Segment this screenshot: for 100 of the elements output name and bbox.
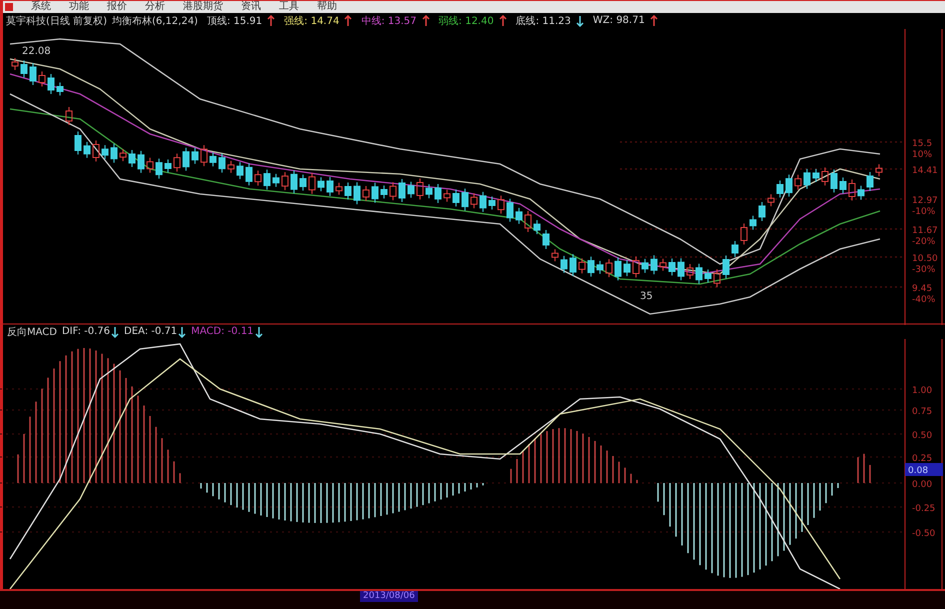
candlestick	[606, 258, 612, 278]
current-value-badge	[905, 462, 943, 476]
candlestick	[498, 194, 504, 214]
percent-axis-label: -40%	[912, 294, 936, 305]
menu-item[interactable]: 分析	[145, 1, 165, 12]
candlestick	[318, 176, 324, 192]
candlestick	[650, 254, 658, 275]
indicator-value: DEA: -0.71	[124, 326, 178, 338]
menu-item[interactable]: 港股期货	[183, 1, 223, 12]
candlestick	[660, 258, 666, 272]
candlestick	[380, 184, 388, 199]
menu-item[interactable]: 帮助	[317, 1, 337, 12]
candlestick	[12, 57, 18, 70]
candlestick	[776, 180, 784, 198]
candlestick	[840, 176, 846, 194]
price-axis-label: 12.97	[912, 196, 938, 206]
candlestick	[344, 182, 352, 200]
candlestick	[696, 263, 702, 284]
candlestick	[300, 174, 306, 191]
menu-item[interactable]: 报价	[107, 1, 127, 12]
candlestick	[524, 210, 532, 232]
candlestick	[768, 194, 774, 207]
candlestick	[722, 254, 730, 279]
candlestick	[614, 256, 622, 281]
percent-axis-label: 10%	[912, 150, 932, 160]
candlestick	[210, 152, 216, 167]
candlestick	[452, 188, 460, 207]
candlestick	[282, 171, 288, 190]
candlestick	[822, 166, 828, 186]
candlestick	[426, 184, 432, 199]
candlestick	[174, 152, 180, 172]
candlestick	[38, 70, 46, 87]
candlestick	[390, 182, 396, 201]
candlestick	[516, 207, 522, 224]
indicator-value: 弱线: 12.40	[438, 14, 494, 28]
candlestick	[506, 198, 514, 222]
candlestick	[128, 149, 136, 168]
candlestick	[398, 178, 406, 202]
price-annotation: 35	[640, 290, 653, 302]
candlestick	[290, 170, 298, 194]
candlestick	[56, 82, 64, 96]
indicator-name: 均衡布林(6,12,24)	[112, 14, 198, 28]
candlestick	[308, 172, 316, 194]
macd-axis-label: 0.25	[912, 454, 932, 464]
percent-axis-label: -30%	[912, 264, 936, 275]
candlestick	[596, 260, 604, 274]
price-axis-label: 14.41	[912, 166, 938, 176]
candlestick	[462, 188, 468, 211]
candlestick	[372, 182, 378, 204]
candlestick	[488, 196, 496, 210]
candlestick	[84, 141, 90, 158]
menu-item[interactable]: 功能	[69, 1, 89, 12]
candlestick	[20, 60, 28, 78]
candlestick	[786, 174, 792, 197]
candlestick	[866, 171, 874, 192]
price-axis-label: 9.45	[912, 284, 932, 294]
candlestick	[254, 170, 262, 186]
menu-item[interactable]: 工具	[279, 1, 299, 12]
menu-item[interactable]: 资讯	[241, 1, 261, 12]
candlestick	[470, 192, 478, 209]
candlestick	[146, 157, 154, 174]
candlestick	[416, 178, 424, 200]
candlestick	[876, 164, 882, 177]
candlestick	[534, 219, 540, 234]
indicator-name: 反向MACD	[7, 326, 57, 339]
candlestick	[444, 189, 450, 202]
candlestick	[542, 229, 550, 250]
percent-axis-label: -10%	[912, 206, 936, 217]
candlestick	[326, 176, 334, 196]
candlestick	[858, 185, 864, 200]
macd-axis-label: -0.50	[912, 528, 936, 539]
candlestick	[578, 258, 586, 274]
macd-axis-label: 0.75	[912, 406, 932, 417]
candlestick	[264, 168, 270, 190]
indicator-value: 底线: 11.23	[516, 14, 571, 28]
candlestick	[714, 268, 720, 288]
candlestick	[272, 173, 280, 188]
candlestick	[434, 183, 442, 204]
candlestick	[686, 263, 694, 280]
indicator-value: 中线: 13.57	[361, 14, 417, 28]
candlestick	[362, 185, 370, 202]
macd-axis-label: 1.00	[912, 386, 932, 396]
candlestick	[228, 160, 234, 174]
candlestick	[336, 182, 342, 196]
candlestick	[236, 161, 244, 180]
indicator-value: 强线: 14.74	[284, 14, 340, 28]
menu-item[interactable]: 系统	[31, 1, 51, 12]
candlestick	[246, 162, 252, 186]
candlestick	[48, 73, 54, 94]
candlestick	[812, 168, 820, 182]
date-label: 2013/08/06	[360, 590, 418, 602]
candlestick	[164, 158, 172, 173]
candlestick	[560, 255, 568, 274]
candlestick	[138, 150, 144, 174]
candlestick	[704, 268, 712, 283]
candlestick	[200, 144, 208, 166]
app-logo-icon[interactable]	[5, 2, 13, 11]
percent-axis-label: -20%	[912, 236, 936, 247]
candlestick	[848, 178, 856, 201]
candlestick	[102, 144, 108, 160]
